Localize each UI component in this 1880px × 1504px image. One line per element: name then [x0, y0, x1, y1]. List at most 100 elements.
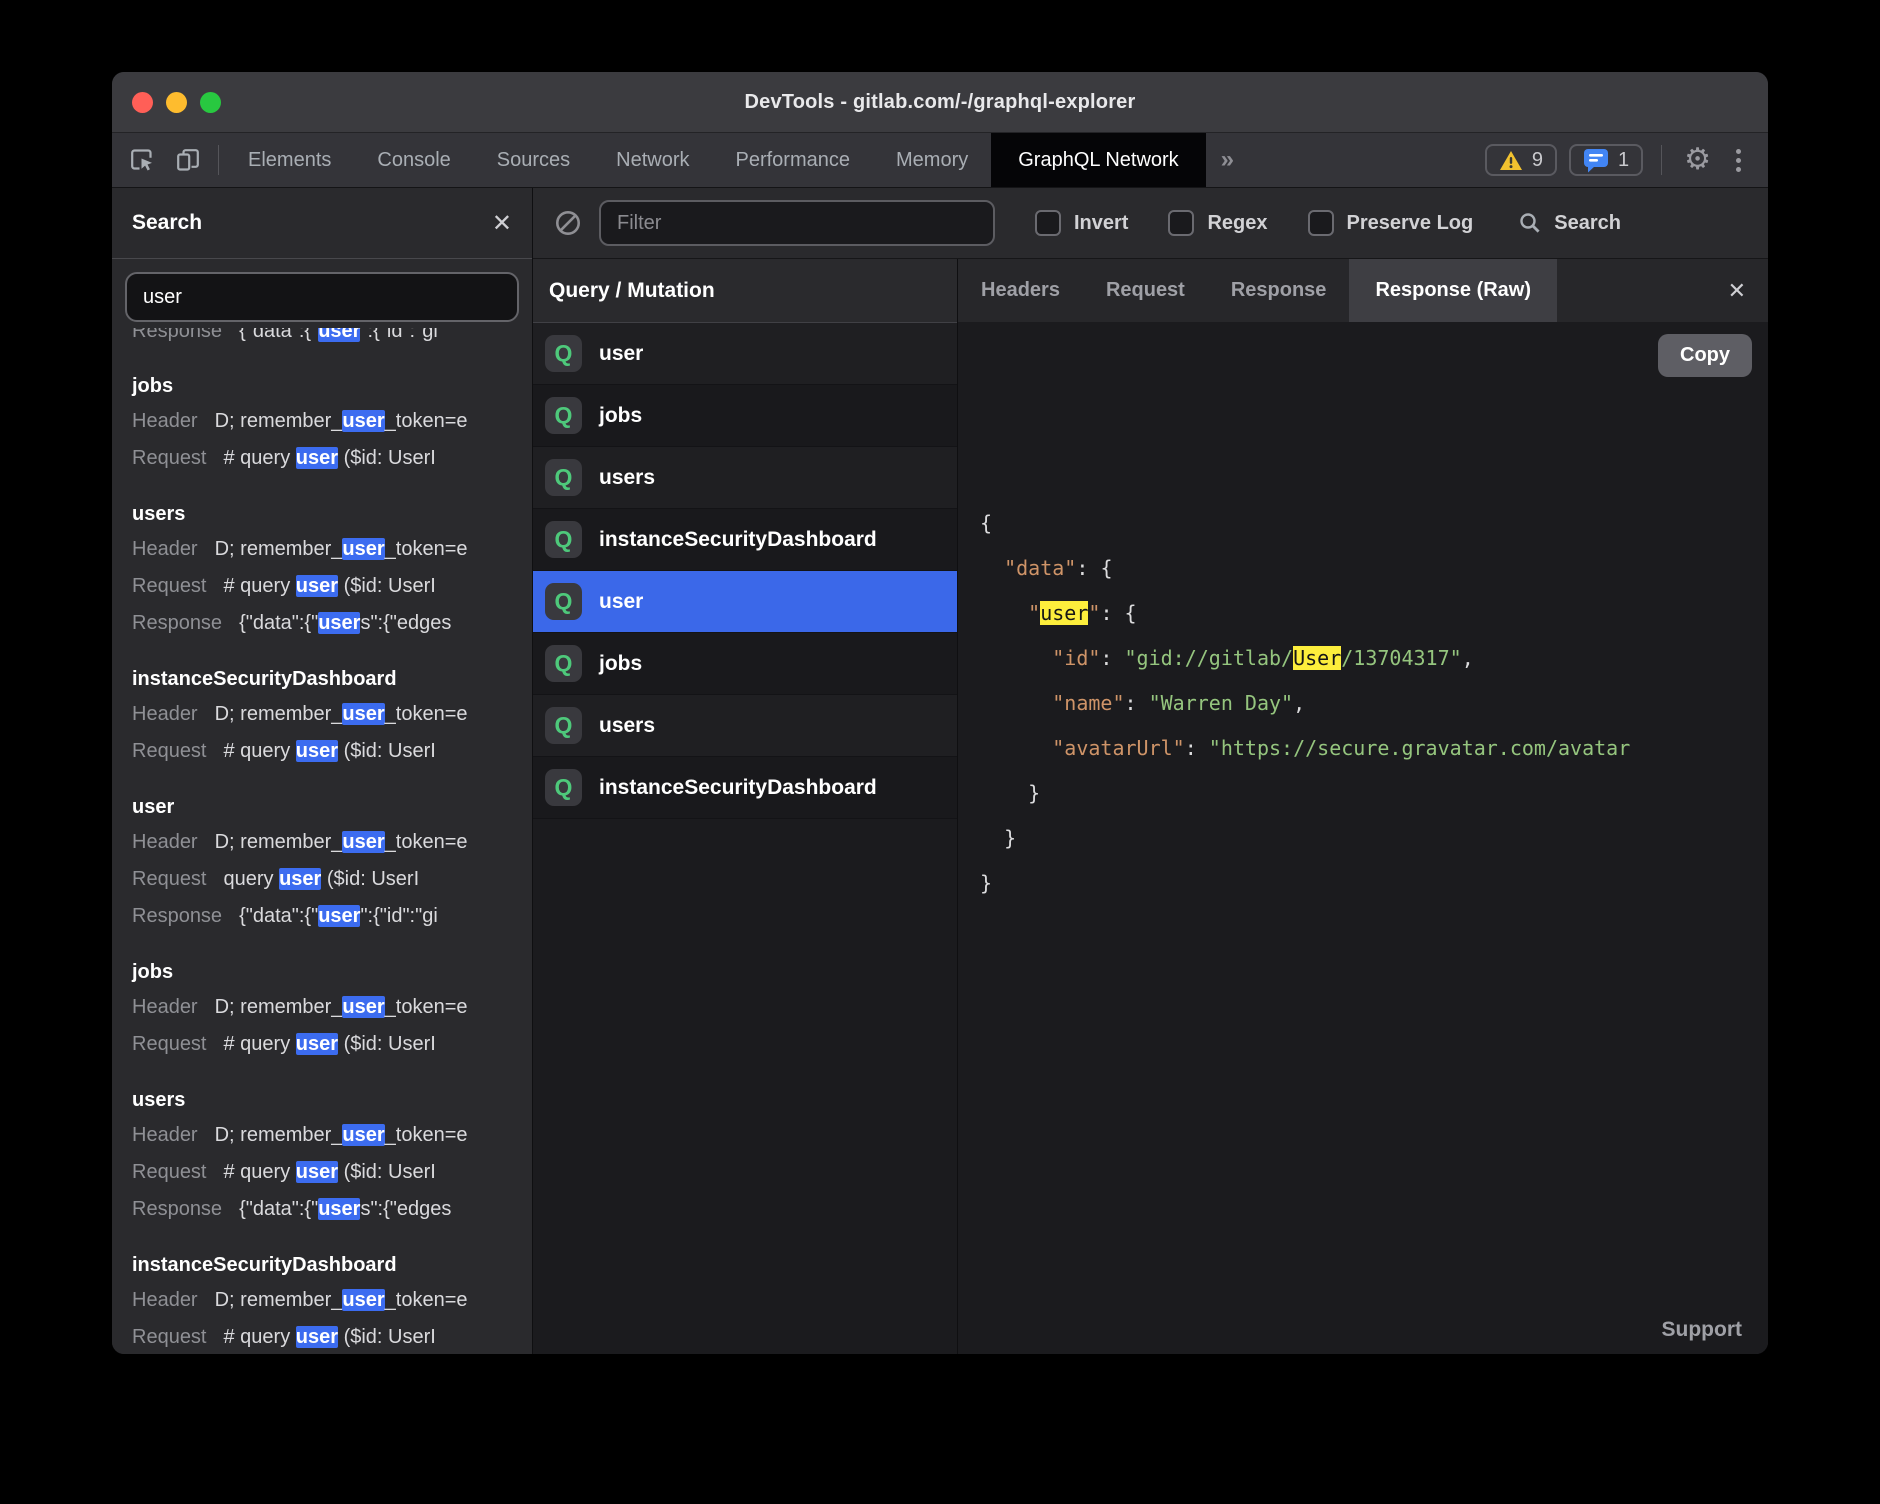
devtools-window: DevTools - gitlab.com/-/graphql-explorer…: [112, 72, 1768, 1354]
query-list-item[interactable]: Q jobs: [533, 633, 957, 695]
devtools-tab[interactable]: Elements: [225, 133, 354, 187]
result-row[interactable]: Header D; remember_user_token=e: [132, 403, 532, 440]
more-tabs-icon[interactable]: »: [1206, 133, 1249, 187]
filter-input[interactable]: [599, 200, 995, 246]
search-result-group: jobs Header D; remember_user_token=e Req…: [132, 956, 532, 1063]
search-input[interactable]: [125, 272, 519, 322]
query-list-item[interactable]: Q users: [533, 447, 957, 509]
result-row[interactable]: Request # query user ($id: UserI: [132, 733, 532, 770]
result-group-title[interactable]: users: [132, 1084, 532, 1117]
result-row[interactable]: Request # query user ($id: UserI: [132, 1154, 532, 1191]
option-checkbox[interactable]: [1035, 210, 1061, 236]
settings-gear-icon[interactable]: ⚙: [1680, 145, 1715, 175]
query-item-label: instanceSecurityDashboard: [599, 776, 877, 800]
search-result-group: jobs Header D; remember_user_token=e Req…: [132, 370, 532, 477]
result-group-title[interactable]: users: [132, 498, 532, 531]
query-list-item[interactable]: Q instanceSecurityDashboard: [533, 757, 957, 819]
query-type-badge: Q: [545, 335, 582, 372]
result-row-label: Request: [132, 733, 207, 770]
query-type-badge: Q: [545, 459, 582, 496]
detail-panel: HeadersRequestResponseResponse (Raw) ✕ C…: [958, 259, 1768, 1354]
search-result-group: instanceSecurityDashboard Header D; reme…: [132, 663, 532, 770]
filter-options: Invert Regex Preserve Log: [995, 210, 1473, 236]
result-row[interactable]: Request # query user ($id: UserI: [132, 1026, 532, 1063]
result-row-text: D; remember_user_token=e: [215, 696, 468, 733]
clear-log-icon[interactable]: [553, 208, 583, 238]
result-group-title[interactable]: instanceSecurityDashboard: [132, 663, 532, 696]
detail-tab[interactable]: Response (Raw): [1349, 259, 1557, 322]
query-list-item[interactable]: Q user: [533, 571, 957, 633]
copy-button[interactable]: Copy: [1658, 334, 1752, 377]
result-group-title[interactable]: jobs: [132, 370, 532, 403]
result-row[interactable]: Header D; remember_user_token=e: [132, 1282, 532, 1319]
warnings-badge[interactable]: 9: [1485, 144, 1557, 176]
result-row-label: Response: [132, 1191, 222, 1228]
detail-tab[interactable]: Headers: [958, 259, 1083, 322]
result-group-title[interactable]: jobs: [132, 956, 532, 989]
result-row[interactable]: Request query user ($id: UserI: [132, 861, 532, 898]
close-window-button[interactable]: [132, 92, 153, 113]
tab-graphql-network[interactable]: GraphQL Network: [991, 133, 1205, 187]
support-link[interactable]: Support: [1662, 1318, 1742, 1342]
option-label[interactable]: Invert: [1074, 212, 1128, 235]
query-item-label: user: [599, 590, 643, 614]
kebab-menu-icon[interactable]: [1727, 149, 1750, 172]
detail-tab[interactable]: Request: [1083, 259, 1208, 322]
result-row[interactable]: Header D; remember_user_token=e: [132, 989, 532, 1026]
result-row[interactable]: Request # query user ($id: UserI: [132, 568, 532, 605]
zoom-window-button[interactable]: [200, 92, 221, 113]
inspect-element-icon[interactable]: [128, 146, 156, 174]
detail-close-icon[interactable]: ✕: [1706, 259, 1768, 322]
search-panel-header: Search ✕: [112, 188, 532, 259]
search-icon: [1517, 210, 1543, 236]
option-checkbox[interactable]: [1168, 210, 1194, 236]
toggle-device-toolbar-icon[interactable]: [174, 146, 202, 174]
result-row[interactable]: Header D; remember_user_token=e: [132, 531, 532, 568]
result-row[interactable]: Response {"data":{"users":{"edges: [132, 605, 532, 642]
query-list: Q user Q jobs Q users Q instanceSecurity…: [533, 323, 957, 819]
query-list-item[interactable]: Q user: [533, 323, 957, 385]
json-line: "data": {: [980, 546, 1768, 591]
result-row-text: {"data":{"user":{"id":"gi: [239, 898, 438, 935]
query-type-badge: Q: [545, 521, 582, 558]
result-row-text: # query user ($id: UserI: [224, 1319, 436, 1354]
issues-count: 1: [1618, 149, 1629, 172]
result-row[interactable]: Request # query user ($id: UserI: [132, 1319, 532, 1354]
search-result-group: users Header D; remember_user_token=e Re…: [132, 498, 532, 642]
result-row[interactable]: Response {"data":{"user":{"id":"gi: [132, 898, 532, 935]
result-group-title[interactable]: instanceSecurityDashboard: [132, 1249, 532, 1282]
minimize-window-button[interactable]: [166, 92, 187, 113]
search-result-partial-row[interactable]: Response {"data":{"user":{"id":"gi: [132, 328, 532, 349]
devtools-tab[interactable]: Console: [354, 133, 473, 187]
query-list-item[interactable]: Q instanceSecurityDashboard: [533, 509, 957, 571]
issues-badge[interactable]: 1: [1569, 144, 1643, 176]
result-row-label: Request: [132, 1026, 207, 1063]
result-row-text: # query user ($id: UserI: [224, 440, 436, 477]
toolbar-divider: [1661, 145, 1662, 175]
panel-search-toggle[interactable]: Search: [1517, 210, 1621, 236]
result-row[interactable]: Request # query user ($id: UserI: [132, 440, 532, 477]
query-list-item[interactable]: Q jobs: [533, 385, 957, 447]
result-row-label: Request: [132, 1154, 207, 1191]
option-label[interactable]: Regex: [1207, 212, 1267, 235]
result-row[interactable]: Header D; remember_user_token=e: [132, 696, 532, 733]
query-list-item[interactable]: Q users: [533, 695, 957, 757]
devtools-tab[interactable]: Memory: [873, 133, 991, 187]
filter-option: Regex: [1168, 210, 1267, 236]
result-row-label: Request: [132, 1319, 207, 1354]
option-checkbox[interactable]: [1308, 210, 1334, 236]
devtools-tab[interactable]: Performance: [713, 133, 874, 187]
result-row-text: {"data":{"users":{"edges: [239, 1191, 451, 1228]
result-row[interactable]: Header D; remember_user_token=e: [132, 824, 532, 861]
filter-bar: Invert Regex Preserve Log Search: [533, 188, 1768, 259]
result-row-text: D; remember_user_token=e: [215, 1282, 468, 1319]
detail-tab[interactable]: Response: [1208, 259, 1350, 322]
search-close-icon[interactable]: ✕: [492, 209, 512, 238]
devtools-tab[interactable]: Network: [593, 133, 712, 187]
option-label[interactable]: Preserve Log: [1347, 212, 1474, 235]
result-row[interactable]: Header D; remember_user_token=e: [132, 1117, 532, 1154]
result-group-title[interactable]: user: [132, 791, 532, 824]
devtools-toolbar: ElementsConsoleSourcesNetworkPerformance…: [112, 133, 1768, 188]
devtools-tab[interactable]: Sources: [474, 133, 593, 187]
result-row[interactable]: Response {"data":{"users":{"edges: [132, 1191, 532, 1228]
